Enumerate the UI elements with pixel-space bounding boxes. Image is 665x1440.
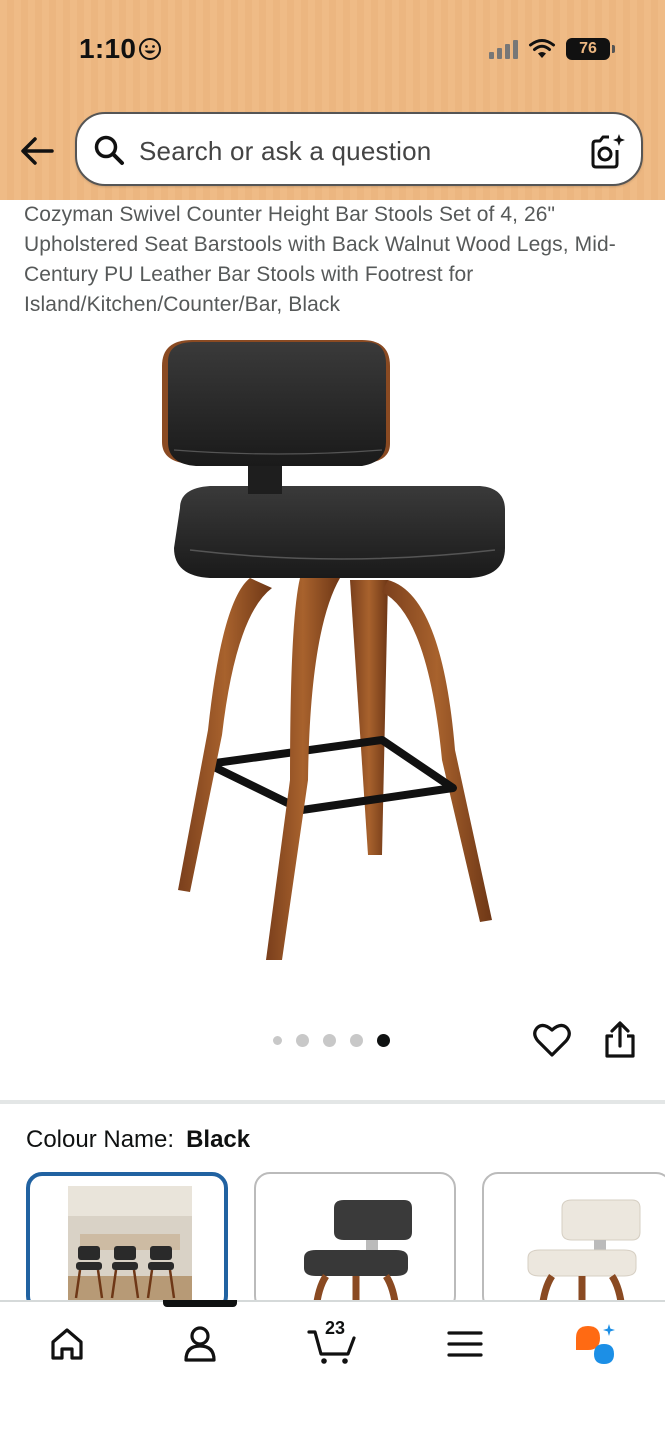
product-image[interactable] xyxy=(150,330,520,970)
smiley-emoji-icon xyxy=(139,38,161,60)
image-carousel-indicator[interactable] xyxy=(273,1034,390,1047)
colour-swatch-white[interactable] xyxy=(482,1172,665,1312)
ai-assistant-icon[interactable] xyxy=(572,1322,616,1366)
carousel-dot[interactable] xyxy=(350,1034,363,1047)
cart-count-badge: 23 xyxy=(325,1318,346,1338)
wifi-icon xyxy=(529,39,555,58)
section-divider xyxy=(0,1100,665,1104)
home-icon[interactable] xyxy=(45,1322,89,1366)
menu-icon[interactable] xyxy=(443,1322,487,1366)
colour-selector-label: Colour Name: Black xyxy=(26,1126,250,1154)
back-arrow-icon[interactable] xyxy=(18,133,56,169)
carousel-dot-active[interactable] xyxy=(377,1034,390,1047)
search-icon xyxy=(94,135,124,165)
search-input[interactable]: Search or ask a question xyxy=(139,136,431,167)
cellular-signal-icon xyxy=(489,39,518,59)
camera-search-icon[interactable] xyxy=(587,132,627,170)
colour-swatch-room-scene[interactable] xyxy=(26,1172,228,1312)
status-indicators: 76 xyxy=(489,38,615,60)
swatch-image xyxy=(304,1200,412,1310)
share-icon[interactable] xyxy=(601,1020,639,1060)
colour-swatch-black[interactable] xyxy=(254,1172,456,1312)
colour-name-value: Black xyxy=(186,1126,251,1153)
account-icon[interactable] xyxy=(178,1322,222,1366)
swatch-image xyxy=(527,1199,641,1310)
status-time: 1:10 xyxy=(79,33,137,64)
product-title[interactable]: Cozyman Swivel Counter Height Bar Stools… xyxy=(24,200,644,320)
heart-icon[interactable] xyxy=(532,1021,572,1059)
colour-name-label: Colour Name: xyxy=(26,1126,175,1153)
carousel-dot[interactable] xyxy=(273,1036,282,1045)
carousel-dot[interactable] xyxy=(296,1034,309,1047)
battery-indicator: 76 xyxy=(566,38,615,60)
carousel-dot[interactable] xyxy=(323,1034,336,1047)
swatch-image xyxy=(68,1186,192,1306)
search-bar[interactable]: Search or ask a question xyxy=(75,112,643,186)
active-tab-indicator xyxy=(163,1300,237,1307)
